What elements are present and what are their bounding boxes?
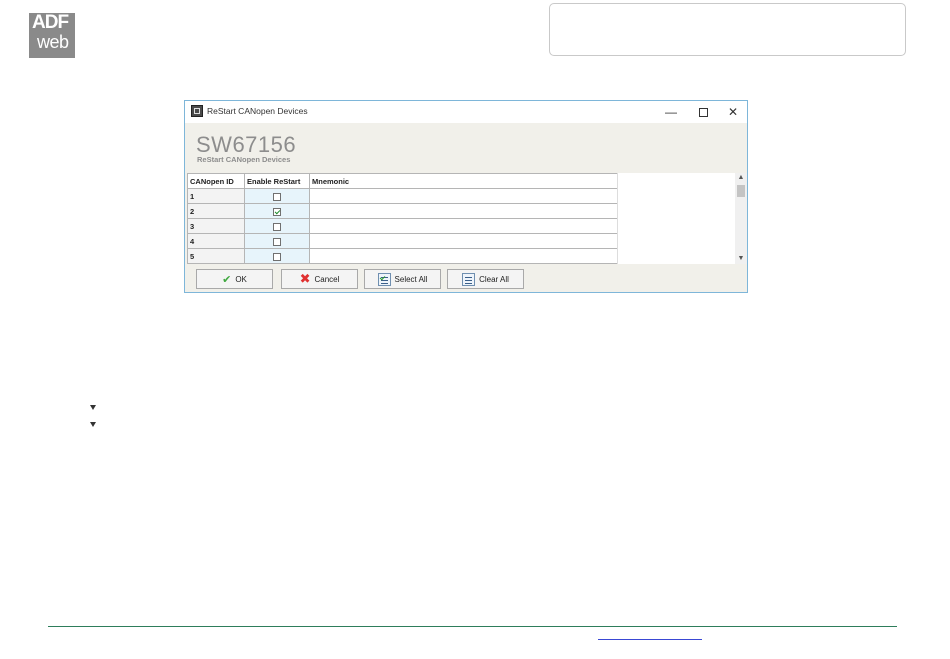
maximize-icon [698, 107, 708, 117]
maximize-button[interactable] [687, 101, 719, 123]
scroll-up-icon[interactable]: ▲ [735, 173, 747, 183]
window-titlebar: ReStart CANopen Devices — ✕ [185, 101, 747, 123]
app-icon [191, 105, 203, 117]
canopen-id-cell[interactable]: 2 [187, 203, 245, 219]
select-all-button[interactable]: Select All [364, 269, 441, 289]
cancel-label: Cancel [314, 274, 340, 284]
red-x-icon: ✖ [299, 271, 311, 286]
enable-restart-checkbox[interactable] [273, 252, 281, 261]
enable-restart-cell [244, 218, 310, 234]
canopen-id-cell[interactable]: 5 [187, 248, 245, 264]
mnemonic-cell[interactable] [309, 203, 617, 219]
table-row: 4 [187, 233, 617, 249]
table-row: 1 [187, 188, 617, 204]
checkmark-icon: ✔ [222, 273, 232, 286]
header-info-box [549, 3, 906, 56]
enable-restart-checkbox[interactable] [273, 207, 281, 216]
footer-divider [48, 626, 897, 627]
table-row: 3 [187, 218, 617, 234]
canopen-id-cell[interactable]: 4 [187, 233, 245, 249]
minimize-icon: — [665, 105, 677, 119]
table-row: 2 [187, 203, 617, 219]
close-icon: ✕ [727, 105, 739, 119]
canopen-id-cell[interactable]: 1 [187, 188, 245, 204]
column-header-enable-restart[interactable]: Enable ReStart [244, 173, 310, 189]
table-row: 5 [187, 248, 617, 264]
cancel-button[interactable]: ✖ Cancel [281, 269, 358, 289]
minimize-button[interactable]: — [655, 101, 687, 123]
window-title: ReStart CANopen Devices [207, 106, 308, 116]
close-button[interactable]: ✕ [717, 101, 749, 123]
enable-restart-cell [244, 203, 310, 219]
mnemonic-cell[interactable] [309, 248, 617, 264]
grid-header-row: CANopen ID Enable ReStart Mnemonic [187, 173, 617, 189]
enable-restart-checkbox[interactable] [273, 222, 281, 231]
list-checked-icon [377, 272, 391, 286]
logo-line1: ADF [32, 13, 69, 33]
enable-restart-cell [244, 233, 310, 249]
select-all-label: Select All [394, 274, 428, 284]
restart-canopen-window: ReStart CANopen Devices — ✕ SW67156 ReSt… [184, 100, 748, 293]
list-icon [462, 272, 476, 286]
mnemonic-cell[interactable] [309, 188, 617, 204]
grid-empty-area [617, 173, 736, 264]
logo-line2: web [37, 32, 69, 52]
scroll-down-icon[interactable]: ▼ [735, 254, 747, 264]
ok-label: OK [235, 274, 247, 284]
devices-grid: CANopen ID Enable ReStart Mnemonic 12345 [187, 173, 617, 264]
scroll-thumb[interactable] [737, 185, 745, 197]
canopen-id-cell[interactable]: 3 [187, 218, 245, 234]
adfweb-logo: ADF web [29, 13, 75, 58]
enable-restart-checkbox[interactable] [273, 237, 281, 246]
clear-all-label: Clear All [479, 274, 509, 284]
footer-link-underline [598, 639, 702, 640]
enable-restart-cell [244, 188, 310, 204]
app-subtitle: ReStart CANopen Devices [197, 155, 291, 164]
footer-link[interactable] [598, 628, 702, 640]
window-header: SW67156 ReStart CANopen Devices [185, 123, 747, 173]
column-header-canopen-id[interactable]: CANopen ID [187, 173, 245, 189]
mnemonic-cell[interactable] [309, 233, 617, 249]
ok-button[interactable]: ✔ OK [196, 269, 273, 289]
enable-restart-checkbox[interactable] [273, 192, 281, 201]
button-bar: ✔ OK ✖ Cancel Select All Clear All [185, 264, 747, 292]
column-header-mnemonic[interactable]: Mnemonic [309, 173, 617, 189]
enable-restart-cell [244, 248, 310, 264]
mnemonic-cell[interactable] [309, 218, 617, 234]
vertical-scrollbar[interactable]: ▲ ▼ [735, 173, 747, 264]
clear-all-button[interactable]: Clear All [447, 269, 524, 289]
bullet-icon [90, 404, 96, 410]
bullet-icon [90, 421, 96, 427]
